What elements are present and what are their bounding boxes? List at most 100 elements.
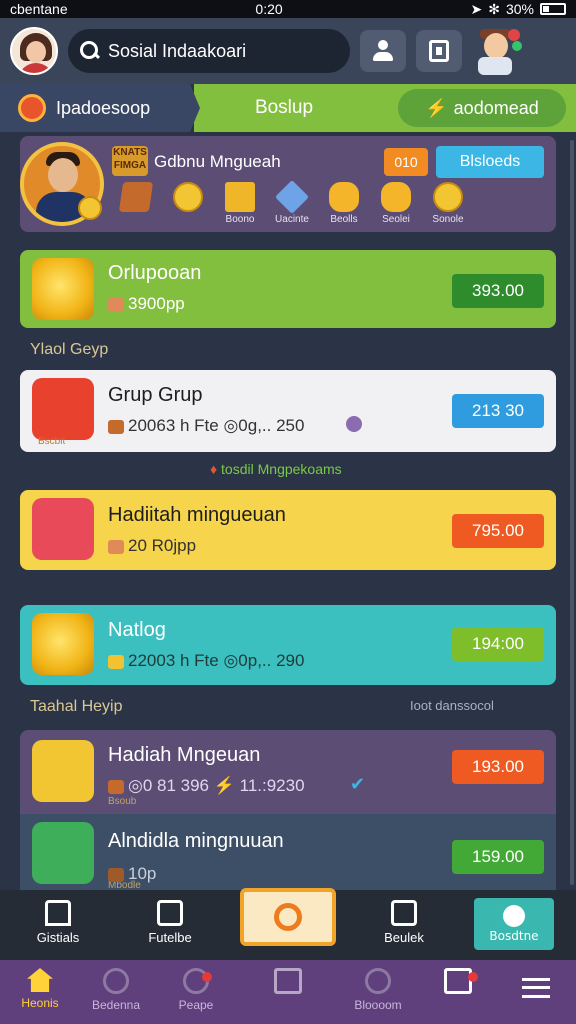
- character-icon: [32, 822, 94, 884]
- tab-second[interactable]: Boslup: [194, 84, 374, 132]
- refresh-icon: [103, 968, 129, 994]
- slot-machine-icon: [32, 498, 94, 560]
- clock: 0:20: [255, 1, 283, 17]
- chat-icon: [391, 900, 417, 926]
- mascot-icon[interactable]: [472, 25, 524, 77]
- profile-badge: KNATS FIMGA: [112, 146, 148, 176]
- status-icons: ➤ ✻ 30%: [470, 1, 566, 18]
- flower-icon: [503, 905, 525, 927]
- search-input[interactable]: Sosial Indaakoari: [68, 29, 350, 73]
- flame-icon: ♦: [210, 461, 222, 477]
- price-button[interactable]: 213 30: [452, 394, 544, 428]
- reward-item[interactable]: Sonole: [426, 182, 470, 225]
- reward-item[interactable]: Uacinte: [270, 180, 314, 225]
- tab-pill: ⚡ aodomead: [398, 89, 566, 127]
- coin-icon: [32, 258, 94, 320]
- profile-action-button[interactable]: Blsloeds: [436, 146, 544, 178]
- coin-icon: [173, 182, 203, 212]
- nav-item[interactable]: Bloooom: [338, 968, 418, 1012]
- offer-card[interactable]: Orlupooan 3900pp 393.00: [20, 250, 556, 328]
- calendar-icon: [274, 968, 302, 994]
- target-icon: [18, 94, 46, 122]
- price-button[interactable]: 159.00: [452, 840, 544, 874]
- offer-subtitle: 10p: [108, 864, 156, 884]
- offer-subtitle: 20 R0jpp: [108, 536, 196, 556]
- nbo-logo-icon: [32, 378, 94, 440]
- tab-label: Boslup: [254, 97, 314, 118]
- status-bar: cbentane 0:20 ➤ ✻ 30%: [0, 0, 576, 18]
- offer-subtitle: 22003 h Fte ◎0p,.. 290: [108, 651, 304, 671]
- reward-item[interactable]: Boono: [218, 182, 262, 225]
- gear-icon: [329, 182, 359, 212]
- tablet-icon: [429, 40, 449, 62]
- icon-caption: Bscbit: [38, 436, 66, 447]
- scrollbar[interactable]: [570, 140, 574, 885]
- search-icon: [80, 41, 100, 61]
- reward-item[interactable]: [166, 182, 210, 225]
- section-label: Ioot danssocol: [410, 698, 494, 713]
- cube-icon: [275, 180, 309, 214]
- price-button[interactable]: 193.00: [452, 750, 544, 784]
- home-outline-icon: [45, 900, 71, 926]
- nav-item[interactable]: [248, 968, 328, 998]
- offer-card[interactable]: Hadiitah mingueuan 20 R0jpp 795.00: [20, 490, 556, 570]
- nav-item-menu[interactable]: [496, 968, 576, 998]
- profile-card: KNATS FIMGA Gdbnu Mngueah 010 Blsloeds B…: [20, 136, 556, 232]
- character-icon: [32, 740, 94, 802]
- tab-first[interactable]: Ipadoesoop: [0, 84, 200, 132]
- tab-label: aodomead: [453, 97, 539, 118]
- notification-dot: [202, 972, 212, 982]
- offer-title: Alndidla mingnuuan: [108, 830, 284, 852]
- coins-icon: [433, 182, 463, 212]
- action-item[interactable]: Beulek: [364, 900, 444, 945]
- nav-item-home[interactable]: Heonis: [0, 968, 80, 1010]
- gem-icon: [346, 416, 362, 432]
- reward-item[interactable]: Seolei: [374, 182, 418, 225]
- profile-title: Gdbnu Mngueah: [154, 152, 281, 171]
- offer-subtitle: ◎0 81 396 ⚡ 11.:9230: [108, 776, 305, 796]
- trophy-icon: [365, 968, 391, 994]
- level-badge: 010: [384, 148, 428, 176]
- home-icon: [27, 968, 53, 992]
- offer-subtitle: 3900pp: [108, 294, 185, 314]
- chip-icon: [108, 297, 124, 312]
- action-item[interactable]: Gistials: [18, 900, 98, 945]
- offer-title: Grup Grup: [108, 384, 203, 406]
- bolt-icon: ⚡: [425, 97, 448, 118]
- chip-icon: [108, 539, 124, 554]
- offer-subtitle: 20063 h Fte ◎0g,.. 250: [108, 416, 304, 436]
- carrier-label: cbentane: [10, 1, 68, 17]
- category-tabs: Ipadoesoop Boslup ⚡ aodomead: [0, 84, 576, 132]
- price-button[interactable]: 194:00: [452, 627, 544, 661]
- offer-title: Orlupooan: [108, 262, 202, 284]
- user-avatar[interactable]: [10, 27, 58, 75]
- gold-icon: [108, 654, 124, 669]
- offer-title: Hadiitah mingueuan: [108, 504, 286, 526]
- person-icon: [372, 40, 394, 62]
- section-label: ♦ tosdil Mngpekoams: [210, 461, 342, 477]
- offer-card[interactable]: Bsoub Hadiah Mngeuan ◎0 81 396 ⚡ 11.:923…: [20, 730, 556, 814]
- nav-item[interactable]: [418, 968, 498, 998]
- nav-item[interactable]: Bedenna: [76, 968, 156, 1012]
- reward-item[interactable]: [114, 182, 158, 225]
- coin-icon: [78, 196, 102, 220]
- nav-item[interactable]: Peape: [156, 968, 236, 1012]
- offer-card[interactable]: Natlog 22003 h Fte ◎0p,.. 290 194:00: [20, 605, 556, 685]
- action-item[interactable]: Futelbe: [130, 900, 210, 945]
- offer-card[interactable]: Mbodle Alndidla mingnuuan 10p 159.00: [20, 814, 556, 892]
- action-item-active[interactable]: Bosdtne: [474, 898, 554, 950]
- tab-label: Ipadoesoop: [56, 97, 151, 118]
- center-action-button[interactable]: [240, 888, 336, 946]
- price-button[interactable]: 393.00: [452, 274, 544, 308]
- reward-item[interactable]: Beolls: [322, 182, 366, 225]
- offer-card[interactable]: Bscbit Grup Grup 20063 h Fte ◎0g,.. 250 …: [20, 370, 556, 452]
- crate-icon: [108, 779, 124, 794]
- profile-button[interactable]: [360, 30, 406, 72]
- bluetooth-icon: ✻: [488, 0, 500, 17]
- price-button[interactable]: 795.00: [452, 514, 544, 548]
- hammer-icon: [108, 867, 124, 882]
- device-button[interactable]: [416, 30, 462, 72]
- section-label: Taahal Heyip: [30, 698, 123, 715]
- tab-third[interactable]: ⚡ aodomead: [374, 84, 576, 132]
- reward-icons: Boono Uacinte Beolls Seolei Sonole: [114, 180, 470, 225]
